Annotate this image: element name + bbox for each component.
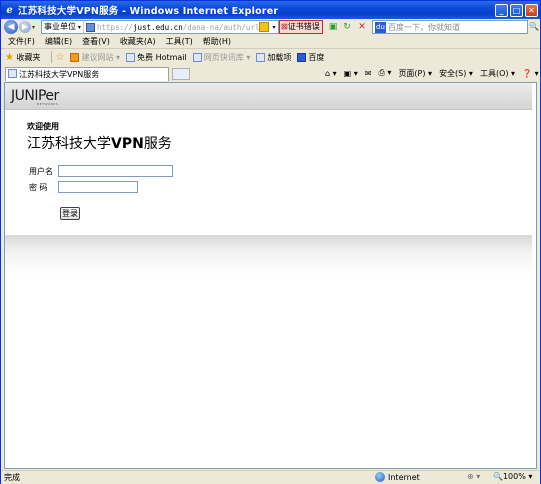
- status-bar: 完成 Internet ⊕ ▾ 🔍100% ▾: [1, 470, 540, 484]
- title-bar: ℯ 江苏科技大学VPN服务 - Windows Internet Explore…: [1, 1, 540, 19]
- suggested-sites-icon: [70, 52, 80, 62]
- menu-tools[interactable]: 工具(T): [166, 36, 193, 47]
- favorites-bar: ★ 收藏夹 ☆ 建议网站 ▾ 免费 Hotmail 网页快讯库 ▾ 加载项 百度: [1, 49, 540, 65]
- baidu-logo-icon: du: [375, 21, 386, 33]
- search-icon[interactable]: 🔍: [529, 21, 539, 33]
- menu-favorites[interactable]: 收藏夹(A): [120, 36, 156, 47]
- address-dropdown-icon[interactable]: ▾: [270, 24, 278, 31]
- menu-view[interactable]: 查看(V): [82, 36, 110, 47]
- back-button[interactable]: ◀: [4, 20, 18, 34]
- address-toolbar: ◀ ▶ ▾ 事业单位 ▾ https://just.edu.cn/dana-na…: [1, 19, 540, 35]
- web-slice-gallery-link[interactable]: 网页快讯库 ▾: [192, 52, 250, 63]
- username-input[interactable]: [58, 165, 173, 177]
- safety-menu[interactable]: 安全(S) ▾: [439, 68, 473, 79]
- page-icon: [126, 52, 136, 62]
- menu-help[interactable]: 帮助(H): [203, 36, 231, 47]
- page-icon: [256, 52, 266, 62]
- certificate-error-button[interactable]: ⊠证书错误: [279, 20, 323, 34]
- password-input[interactable]: [58, 181, 138, 193]
- compat-view-icon[interactable]: [259, 22, 269, 32]
- feeds-button[interactable]: ▣ ▾: [344, 69, 358, 78]
- status-text: 完成: [4, 473, 20, 482]
- page-title: 江苏科技大学VPN服务: [27, 136, 172, 152]
- hotmail-link[interactable]: 免费 Hotmail: [126, 52, 187, 63]
- security-zone[interactable]: Internet: [375, 472, 420, 482]
- page-icon: [8, 69, 17, 78]
- page-viewport: JUNIPer NETWORKS 欢迎使用 江苏科技大学VPN服务 用户名 密 码…: [4, 82, 537, 469]
- login-button[interactable]: 登录: [60, 207, 80, 220]
- globe-icon: [375, 472, 385, 482]
- addons-link[interactable]: 加载项: [256, 52, 291, 63]
- favorites-button[interactable]: ★ 收藏夹: [1, 52, 41, 63]
- tools-menu[interactable]: 工具(O) ▾: [480, 68, 515, 79]
- close-button[interactable]: ✕: [525, 3, 538, 17]
- separator: [50, 51, 52, 63]
- page-icon: [192, 52, 202, 62]
- home-button[interactable]: ⌂ ▾: [325, 69, 337, 78]
- menu-edit[interactable]: 编辑(E): [45, 36, 72, 47]
- add-favorite-icon[interactable]: ☆: [56, 52, 65, 63]
- page-icon: [85, 22, 95, 32]
- tab-vpn[interactable]: 江苏科技大学VPN服务: [5, 67, 169, 81]
- protected-mode-icon[interactable]: ⊕ ▾: [467, 472, 480, 481]
- page-menu[interactable]: 页面(P) ▾: [398, 68, 432, 79]
- compat-icon[interactable]: ▣: [327, 21, 339, 33]
- ie-window: ℯ 江苏科技大学VPN服务 - Windows Internet Explore…: [0, 0, 541, 484]
- login-panel: 欢迎使用 江苏科技大学VPN服务 用户名 密 码 登录: [5, 110, 536, 235]
- command-bar: ⌂ ▾ ▣ ▾ ✉ ⎙ ▾ 页面(P) ▾ 安全(S) ▾ 工具(O) ▾ ❓ …: [325, 67, 541, 79]
- address-field[interactable]: 事业单位 ▾ https://just.edu.cn/dana-na/auth/…: [41, 20, 279, 34]
- zoom-control[interactable]: 🔍100% ▾: [493, 472, 532, 481]
- footer-shadow: [5, 235, 536, 275]
- window-title: 江苏科技大学VPN服务 - Windows Internet Explorer: [18, 6, 279, 17]
- refresh-icon[interactable]: ↻: [341, 21, 353, 33]
- scrollbar[interactable]: [532, 83, 536, 468]
- cert-error-icon: ⊠: [281, 22, 288, 31]
- print-button[interactable]: ⎙ ▾: [378, 68, 391, 78]
- forward-button[interactable]: ▶: [19, 21, 31, 33]
- baidu-icon: [297, 52, 307, 62]
- password-label: 密 码: [29, 183, 48, 192]
- suggested-sites-link[interactable]: 建议网站 ▾: [70, 52, 120, 63]
- baidu-link[interactable]: 百度: [297, 52, 324, 63]
- minimize-button[interactable]: _: [495, 3, 508, 17]
- maximize-button[interactable]: □: [510, 3, 523, 17]
- zone-label: 事业单位 ▾: [42, 21, 84, 33]
- menu-file[interactable]: 文件(F): [8, 36, 35, 47]
- ie-logo-icon: ℯ: [6, 4, 13, 16]
- welcome-text: 欢迎使用: [27, 122, 59, 131]
- star-icon: ★: [5, 51, 14, 63]
- history-dropdown-icon[interactable]: ▾: [32, 24, 35, 31]
- url-text[interactable]: https://just.edu.cn/dana-na/auth/url_def…: [97, 23, 259, 32]
- menu-bar: 文件(F) 编辑(E) 查看(V) 收藏夹(A) 工具(T) 帮助(H): [1, 35, 540, 49]
- mail-button[interactable]: ✉: [365, 69, 372, 78]
- new-tab-button[interactable]: [172, 68, 190, 80]
- help-menu[interactable]: ❓ ▾: [522, 69, 539, 78]
- juniper-header: JUNIPer NETWORKS: [5, 83, 536, 110]
- stop-icon[interactable]: ✕: [356, 21, 368, 33]
- username-label: 用户名: [29, 167, 53, 176]
- search-input[interactable]: du 百度一下，你就知道: [372, 20, 528, 34]
- juniper-logo: JUNIPer NETWORKS: [11, 88, 59, 106]
